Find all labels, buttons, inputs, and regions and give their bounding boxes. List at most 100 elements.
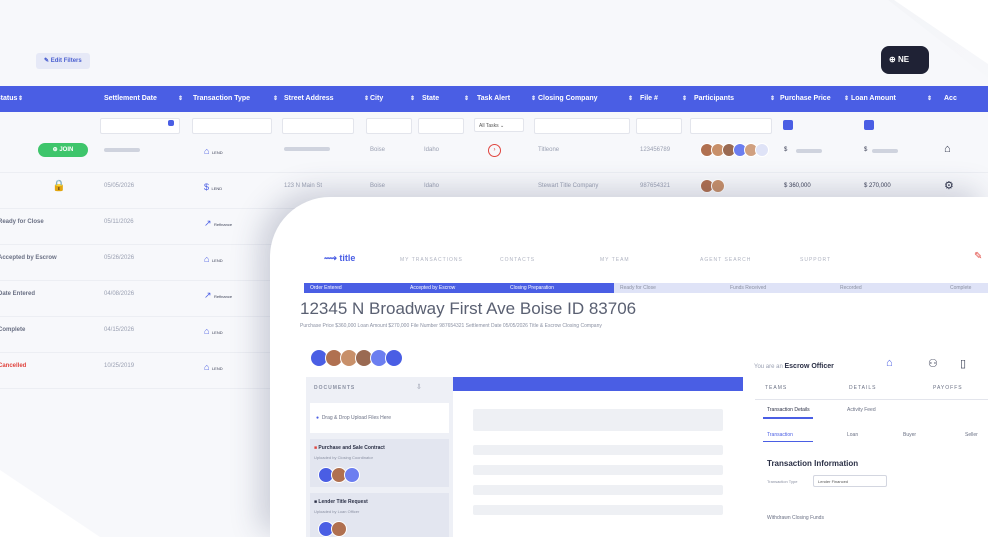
step-item[interactable]: Complete	[944, 283, 988, 293]
street-address: 123 N Main St	[284, 183, 323, 189]
table-row[interactable]: ⊕ JOIN ⌂ LEND Boise Idaho Titleone 123456789 $…	[0, 136, 988, 173]
tab-loan[interactable]: Loan	[847, 432, 858, 438]
sort-icon[interactable]: ⇕	[364, 86, 369, 112]
transaction-type: ↗ Refinance	[204, 290, 232, 301]
column-header[interactable]: Settlement Date	[104, 86, 157, 112]
purchase-price: $ 360,000	[784, 183, 811, 189]
nav-item[interactable]: MY TRANSACTIONS	[400, 257, 463, 263]
nav-item[interactable]: CONTACTS	[500, 257, 535, 263]
viewer-toolbar	[453, 377, 743, 391]
column-header[interactable]: Participants	[694, 86, 734, 112]
column-header[interactable]: Purchase Price	[780, 86, 831, 112]
price-filter-checkbox[interactable]	[783, 120, 793, 130]
upload-dropzone[interactable]: ● Drag & Drop Upload Files Here	[310, 403, 449, 433]
sort-icon[interactable]: ⇕	[410, 86, 415, 112]
blurred-loan	[872, 149, 898, 153]
tab-transaction[interactable]: Transaction	[767, 432, 793, 438]
nav-item[interactable]: MY TEAM	[600, 257, 630, 263]
address-filter-input[interactable]	[282, 118, 354, 134]
user-menu-icon[interactable]: ✎	[974, 251, 982, 262]
step-item[interactable]: Order Entered	[304, 283, 404, 293]
type-filter-input[interactable]	[192, 118, 272, 134]
viewer-placeholder	[473, 485, 723, 495]
house-icon[interactable]: ⌂	[944, 143, 951, 155]
sort-icon[interactable]: ⇕	[531, 86, 536, 112]
new-button-label: NE	[897, 55, 910, 64]
step-item[interactable]: Accepted by Escrow	[404, 283, 504, 293]
plus-circle-icon: ⊕	[889, 55, 896, 64]
city: Boise	[370, 147, 386, 153]
participants	[700, 143, 769, 157]
column-header[interactable]: Loan Amount	[851, 86, 896, 112]
nav-item[interactable]: AGENT SEARCH	[700, 257, 751, 263]
sort-icon[interactable]: ⇕	[844, 86, 849, 112]
tab-payoffs[interactable]: PAYOFFS	[933, 385, 963, 391]
document-card[interactable]: ■ Lender Title Request Uploaded by Loan …	[310, 493, 449, 537]
settings-icon[interactable]: ⚙	[944, 179, 954, 192]
avatar	[344, 466, 360, 483]
blurred-date	[104, 148, 140, 154]
trend-icon: ↗	[204, 290, 215, 300]
sort-icon[interactable]: ⇕	[682, 86, 687, 112]
step-item[interactable]: Closing Preparation	[504, 283, 614, 293]
column-header[interactable]: City	[370, 86, 383, 112]
sort-icon[interactable]: ⇕	[770, 86, 775, 112]
transaction-type: ⌂ LEND	[204, 362, 223, 372]
avatar[interactable]	[385, 349, 403, 367]
step-item[interactable]: Funds Received	[724, 283, 834, 293]
column-header[interactable]: Status	[0, 86, 17, 112]
new-transaction-button[interactable]: ⊕ NE	[881, 46, 929, 74]
transaction-type: ⌂ LEND	[204, 326, 223, 336]
edit-filters-button[interactable]: ✎ Edit Filters	[36, 53, 90, 69]
document-icon[interactable]: ▯	[960, 357, 966, 370]
sort-icon[interactable]: ⇕	[927, 86, 932, 112]
step-item[interactable]: Recorded	[834, 283, 944, 293]
column-header[interactable]: Task Alert	[477, 86, 510, 112]
document-viewer	[453, 377, 743, 537]
tab-teams[interactable]: TEAMS	[765, 385, 787, 391]
avatar[interactable]	[755, 143, 769, 157]
settlement-date: 04/08/2026	[104, 291, 135, 297]
sort-icon[interactable]: ⇕	[18, 86, 23, 112]
tab-buyer[interactable]: Buyer	[903, 432, 916, 438]
transaction-type-select[interactable]: Lender Financed	[813, 475, 887, 487]
sort-icon[interactable]: ⇕	[464, 86, 469, 112]
bottom-label: Withdrawn Closing Funds	[767, 515, 824, 521]
participants-filter-input[interactable]	[690, 118, 772, 134]
tab-seller[interactable]: Seller	[965, 432, 978, 438]
file-filter-input[interactable]	[636, 118, 682, 134]
city: Boise	[370, 183, 386, 189]
upload-icon[interactable]: ⇩	[416, 383, 422, 391]
people-icon[interactable]: ⚇	[928, 357, 938, 370]
join-button[interactable]: ⊕ JOIN	[38, 143, 88, 157]
column-header[interactable]: Street Address	[284, 86, 334, 112]
column-header[interactable]: File #	[640, 86, 658, 112]
sort-icon[interactable]: ⇕	[178, 86, 183, 112]
tab-transaction-details[interactable]: Transaction Details	[767, 407, 810, 413]
closing-company: Stewart Title Company	[538, 183, 599, 189]
document-card[interactable]: ■ Purchase and Sale Contract Uploaded by…	[310, 439, 449, 487]
column-header[interactable]: Acc	[944, 86, 957, 112]
avatar[interactable]	[711, 179, 725, 193]
task-alert-select[interactable]: All Tasks ⌄	[474, 118, 524, 132]
transaction-type: $ LEND	[204, 182, 222, 192]
pencil-icon: ✎	[44, 58, 51, 64]
doc2-title: ■ Lender Title Request	[314, 499, 368, 505]
company-filter-input[interactable]	[534, 118, 630, 134]
column-header[interactable]: Closing Company	[538, 86, 598, 112]
step-item[interactable]: Ready for Close	[614, 283, 724, 293]
status-text: Accepted by Escrow	[0, 255, 57, 261]
state: Idaho	[424, 147, 440, 153]
loan-filter-checkbox[interactable]	[864, 120, 874, 130]
sort-icon[interactable]: ⇕	[273, 86, 278, 112]
state-filter-input[interactable]	[418, 118, 464, 134]
tab-activity-feed[interactable]: Activity Feed	[847, 407, 876, 413]
city-filter-input[interactable]	[366, 118, 412, 134]
column-header[interactable]: Transaction Type	[193, 86, 250, 112]
task-alert-icon[interactable]: ›	[488, 144, 501, 157]
nav-item[interactable]: SUPPORT	[800, 257, 831, 263]
tab-details[interactable]: DETAILS	[849, 385, 876, 391]
column-header[interactable]: State	[422, 86, 439, 112]
house-icon[interactable]: ⌂	[886, 357, 893, 369]
sort-icon[interactable]: ⇕	[628, 86, 633, 112]
